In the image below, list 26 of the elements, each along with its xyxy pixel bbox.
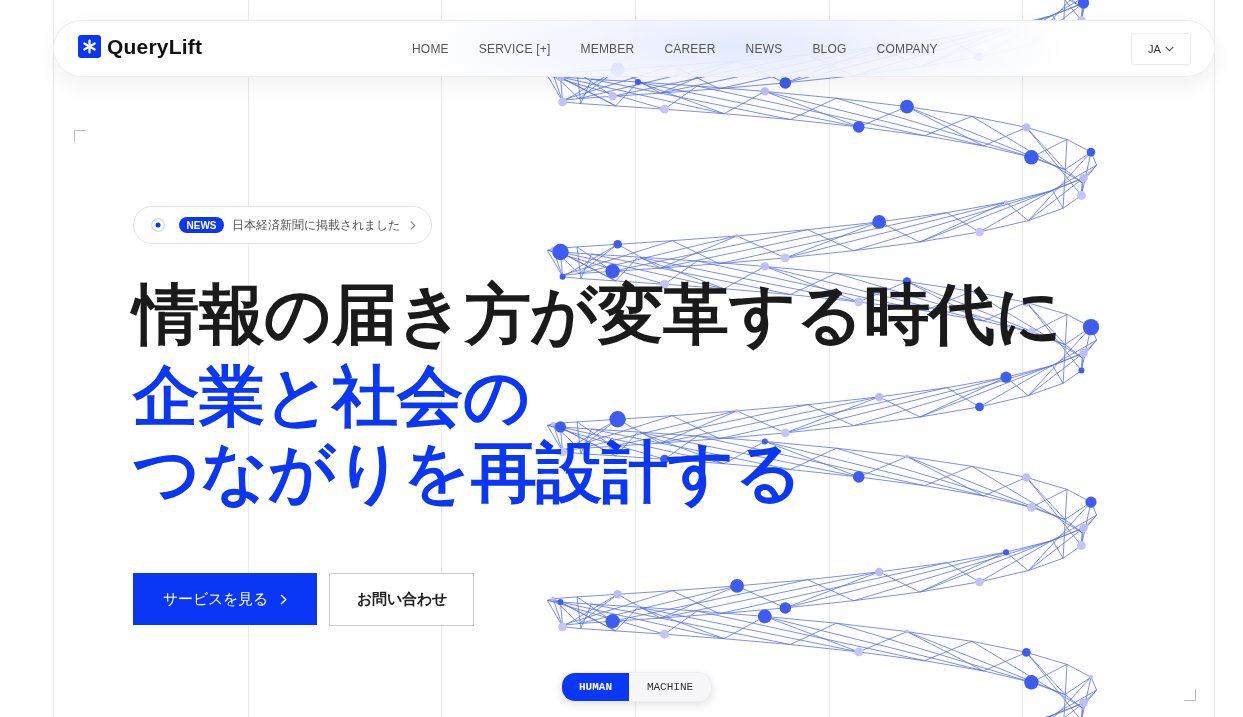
nav-link[interactable]: HOME xyxy=(412,41,449,56)
asterisk-logo-icon xyxy=(78,35,101,59)
nav-link[interactable]: CAREER xyxy=(664,41,716,56)
mode-option[interactable]: MACHINE xyxy=(629,673,711,701)
chevron-right-icon xyxy=(410,220,416,230)
nav-link[interactable]: COMPANY xyxy=(876,41,938,56)
news-headline: 日本経済新聞に掲載されました xyxy=(232,216,400,234)
view-services-button[interactable]: サービスを見る xyxy=(133,573,317,625)
chevron-down-icon xyxy=(1164,45,1174,52)
contact-button[interactable]: お問い合わせ xyxy=(329,573,474,626)
corner-mark-icon xyxy=(1184,689,1196,701)
nav-link[interactable]: SERVICE [+] xyxy=(478,41,551,56)
nav-link[interactable]: BLOG xyxy=(812,41,847,56)
logo-link[interactable]: QueryLift xyxy=(78,34,203,59)
nav-link[interactable]: NEWS xyxy=(745,41,783,56)
language-selector[interactable]: JA xyxy=(1131,32,1191,65)
corner-mark-icon xyxy=(74,130,86,142)
news-link[interactable]: NEWS 日本経済新聞に掲載されました xyxy=(133,206,432,244)
headline-line: つながりを再設計する xyxy=(133,434,802,510)
radio-dot-icon xyxy=(151,218,165,232)
brand-name: QueryLift xyxy=(107,34,203,59)
headline-line: 企業と社会の xyxy=(133,358,530,434)
chevron-right-icon xyxy=(280,593,287,605)
nav-link[interactable]: MEMBER xyxy=(580,41,635,56)
news-badge: NEWS xyxy=(179,217,224,233)
mode-option[interactable]: HUMAN xyxy=(562,673,629,701)
